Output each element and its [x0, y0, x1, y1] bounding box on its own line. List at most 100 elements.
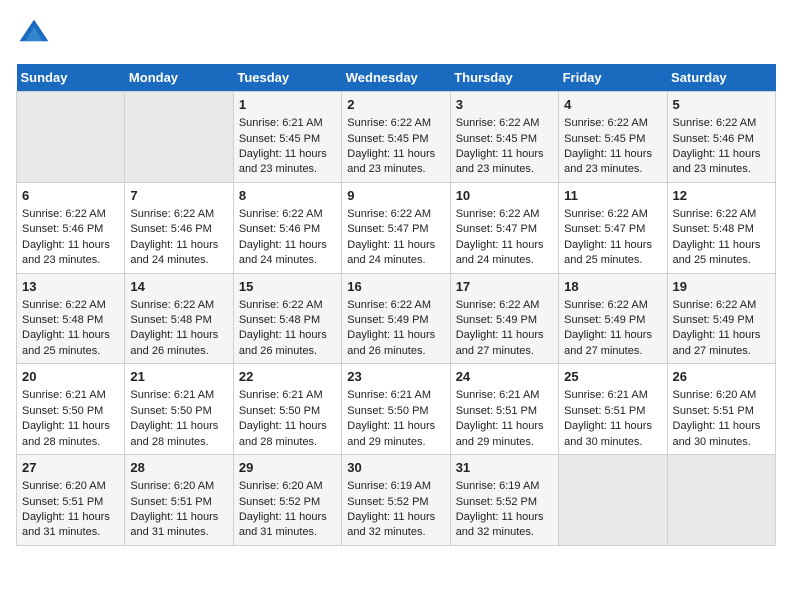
- header-friday: Friday: [559, 64, 667, 92]
- day-info: Sunrise: 6:20 AM: [239, 479, 336, 494]
- day-info: Daylight: 11 hours and 27 minutes.: [456, 328, 553, 359]
- day-info: Sunset: 5:50 PM: [347, 404, 444, 419]
- day-info: Sunrise: 6:22 AM: [239, 298, 336, 313]
- day-info: Daylight: 11 hours and 25 minutes.: [22, 328, 119, 359]
- day-info: Daylight: 11 hours and 23 minutes.: [456, 147, 553, 178]
- day-info: Daylight: 11 hours and 32 minutes.: [456, 510, 553, 541]
- day-info: Daylight: 11 hours and 24 minutes.: [456, 238, 553, 269]
- day-info: Sunset: 5:49 PM: [456, 313, 553, 328]
- calendar-table: SundayMondayTuesdayWednesdayThursdayFrid…: [16, 64, 776, 546]
- day-info: Sunset: 5:50 PM: [239, 404, 336, 419]
- calendar-cell: 19Sunrise: 6:22 AMSunset: 5:49 PMDayligh…: [667, 273, 775, 364]
- day-number: 9: [347, 187, 444, 205]
- calendar-cell: 16Sunrise: 6:22 AMSunset: 5:49 PMDayligh…: [342, 273, 450, 364]
- day-info: Daylight: 11 hours and 23 minutes.: [347, 147, 444, 178]
- day-info: Sunrise: 6:19 AM: [347, 479, 444, 494]
- day-number: 17: [456, 278, 553, 296]
- day-info: Daylight: 11 hours and 27 minutes.: [673, 328, 770, 359]
- day-info: Daylight: 11 hours and 25 minutes.: [673, 238, 770, 269]
- day-info: Daylight: 11 hours and 31 minutes.: [130, 510, 227, 541]
- day-info: Daylight: 11 hours and 26 minutes.: [239, 328, 336, 359]
- calendar-cell: 28Sunrise: 6:20 AMSunset: 5:51 PMDayligh…: [125, 455, 233, 546]
- day-info: Sunrise: 6:21 AM: [347, 388, 444, 403]
- day-info: Daylight: 11 hours and 24 minutes.: [130, 238, 227, 269]
- day-number: 22: [239, 368, 336, 386]
- day-number: 3: [456, 96, 553, 114]
- calendar-cell: [559, 455, 667, 546]
- day-number: 24: [456, 368, 553, 386]
- header-tuesday: Tuesday: [233, 64, 341, 92]
- calendar-header-row: SundayMondayTuesdayWednesdayThursdayFrid…: [17, 64, 776, 92]
- day-number: 11: [564, 187, 661, 205]
- day-number: 16: [347, 278, 444, 296]
- day-info: Sunrise: 6:22 AM: [564, 207, 661, 222]
- day-info: Daylight: 11 hours and 23 minutes.: [564, 147, 661, 178]
- day-info: Daylight: 11 hours and 29 minutes.: [347, 419, 444, 450]
- calendar-cell: 13 Sunrise: 6:22 AMSunset: 5:48 PMDayligh…: [17, 273, 125, 364]
- day-info: Daylight: 11 hours and 23 minutes.: [239, 147, 336, 178]
- day-number: 1: [239, 96, 336, 114]
- day-info: Sunrise: 6:22 AM: [22, 298, 119, 313]
- calendar-cell: 21Sunrise: 6:21 AMSunset: 5:50 PMDayligh…: [125, 364, 233, 455]
- day-info: Daylight: 11 hours and 24 minutes.: [239, 238, 336, 269]
- day-info: Sunrise: 6:22 AM: [673, 207, 770, 222]
- day-info: Sunrise: 6:22 AM: [673, 116, 770, 131]
- day-info: Sunset: 5:51 PM: [456, 404, 553, 419]
- calendar-cell: 5Sunrise: 6:22 AMSunset: 5:46 PMDaylight…: [667, 92, 775, 183]
- calendar-cell: 25Sunrise: 6:21 AMSunset: 5:51 PMDayligh…: [559, 364, 667, 455]
- calendar-cell: 10Sunrise: 6:22 AMSunset: 5:47 PMDayligh…: [450, 182, 558, 273]
- day-number: 13: [22, 278, 119, 296]
- day-number: 31: [456, 459, 553, 477]
- day-number: 2: [347, 96, 444, 114]
- calendar-cell: 26Sunrise: 6:20 AMSunset: 5:51 PMDayligh…: [667, 364, 775, 455]
- page-header: [16, 16, 776, 52]
- day-info: Sunrise: 6:21 AM: [239, 116, 336, 131]
- day-info: Sunset: 5:48 PM: [22, 313, 119, 328]
- day-number: 4: [564, 96, 661, 114]
- day-info: Sunrise: 6:22 AM: [564, 116, 661, 131]
- day-info: Sunset: 5:51 PM: [130, 495, 227, 510]
- day-info: Sunrise: 6:20 AM: [130, 479, 227, 494]
- calendar-cell: 22Sunrise: 6:21 AMSunset: 5:50 PMDayligh…: [233, 364, 341, 455]
- calendar-cell: 17Sunrise: 6:22 AMSunset: 5:49 PMDayligh…: [450, 273, 558, 364]
- day-info: Sunset: 5:46 PM: [673, 132, 770, 147]
- week-row-5: 27Sunrise: 6:20 AMSunset: 5:51 PMDayligh…: [17, 455, 776, 546]
- day-info: Sunset: 5:45 PM: [347, 132, 444, 147]
- day-info: Sunrise: 6:22 AM: [347, 116, 444, 131]
- calendar-cell: 2 Sunrise: 6:22 AMSunset: 5:45 PMDaylight…: [342, 92, 450, 183]
- day-info: Daylight: 11 hours and 26 minutes.: [347, 328, 444, 359]
- day-info: Sunset: 5:46 PM: [130, 222, 227, 237]
- day-number: 8: [239, 187, 336, 205]
- day-info: Sunset: 5:49 PM: [564, 313, 661, 328]
- day-number: 5: [673, 96, 770, 114]
- day-info: Daylight: 11 hours and 25 minutes.: [564, 238, 661, 269]
- day-number: 29: [239, 459, 336, 477]
- header-sunday: Sunday: [17, 64, 125, 92]
- logo-icon: [16, 16, 52, 52]
- day-number: 25: [564, 368, 661, 386]
- calendar-cell: 7Sunrise: 6:22 AMSunset: 5:46 PMDaylight…: [125, 182, 233, 273]
- header-thursday: Thursday: [450, 64, 558, 92]
- day-info: Daylight: 11 hours and 30 minutes.: [564, 419, 661, 450]
- calendar-cell: 3Sunrise: 6:22 AMSunset: 5:45 PMDaylight…: [450, 92, 558, 183]
- day-info: Daylight: 11 hours and 27 minutes.: [564, 328, 661, 359]
- calendar-cell: 31Sunrise: 6:19 AMSunset: 5:52 PMDayligh…: [450, 455, 558, 546]
- calendar-cell: 4Sunrise: 6:22 AMSunset: 5:45 PMDaylight…: [559, 92, 667, 183]
- logo: [16, 16, 56, 52]
- day-info: Daylight: 11 hours and 32 minutes.: [347, 510, 444, 541]
- day-info: Daylight: 11 hours and 23 minutes.: [22, 238, 119, 269]
- day-info: Sunrise: 6:21 AM: [22, 388, 119, 403]
- week-row-3: 13Sunrise: 6:22 AMSunset: 5:48 PMDayligh…: [17, 273, 776, 364]
- day-number: 15: [239, 278, 336, 296]
- calendar-cell: 12Sunrise: 6:22 AMSunset: 5:48 PMDayligh…: [667, 182, 775, 273]
- day-number: 10: [456, 187, 553, 205]
- day-info: Sunset: 5:51 PM: [564, 404, 661, 419]
- calendar-cell: 24Sunrise: 6:21 AMSunset: 5:51 PMDayligh…: [450, 364, 558, 455]
- day-info: Sunset: 5:48 PM: [239, 313, 336, 328]
- week-row-2: 6Sunrise: 6:22 AMSunset: 5:46 PMDaylight…: [17, 182, 776, 273]
- day-info: Sunrise: 6:22 AM: [130, 298, 227, 313]
- header-wednesday: Wednesday: [342, 64, 450, 92]
- day-info: Sunrise: 6:19 AM: [456, 479, 553, 494]
- day-info: Daylight: 11 hours and 31 minutes.: [22, 510, 119, 541]
- day-number: 14: [130, 278, 227, 296]
